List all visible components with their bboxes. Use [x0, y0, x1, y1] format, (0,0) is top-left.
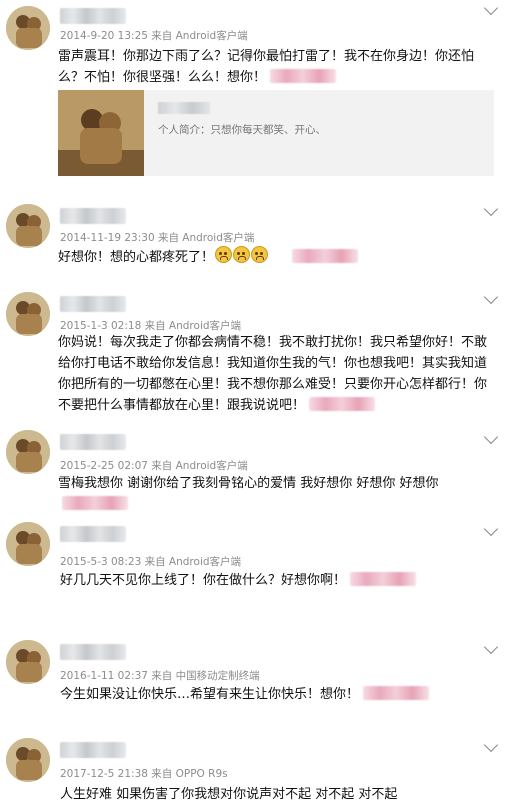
post-text-content: 雷声震耳！你那边下雨了么？记得你最怕打雷了！我不在你身边！你还怕么？不怕！你很坚… — [58, 49, 475, 85]
post-text-content: 好想你！想的心都疼死了！ — [58, 250, 215, 265]
chevron-down-icon[interactable] — [483, 0, 499, 16]
username-blurred[interactable] — [60, 296, 126, 312]
post-text-content: 今生如果没让你快乐…希望有来生让你快乐！想你！ — [60, 687, 360, 702]
post-text: 你妈说！每次我走了你都会病情不稳！我不敢打扰你！我只希望你好！不敢给你打电话不敢… — [58, 332, 498, 416]
blurred-mention — [363, 686, 430, 700]
username-blurred[interactable] — [60, 434, 126, 450]
username-blurred[interactable] — [60, 742, 126, 758]
avatar[interactable] — [6, 430, 50, 474]
profile-card-image — [58, 90, 144, 176]
post-text-content: 人生好难 如果伤害了你我想对你说声对不起 对不起 对不起 — [60, 787, 398, 802]
chevron-down-icon[interactable] — [483, 737, 499, 753]
avatar[interactable] — [6, 522, 50, 566]
crying-emoji-icon — [233, 246, 251, 263]
post-text: 雷声震耳！你那边下雨了么？记得你最怕打雷了！我不在你身边！你还怕么？不怕！你很坚… — [58, 46, 498, 88]
profile-card-name-blurred — [158, 102, 210, 114]
post-meta: 2014-9-20 13:25 来自 Android客户端 — [60, 30, 248, 42]
avatar[interactable] — [6, 204, 50, 248]
avatar[interactable] — [6, 640, 50, 684]
post-text: 雪梅我想你 谢谢你给了我刻骨铭心的爱情 我好想你 好想你 好想你 — [58, 473, 498, 515]
profile-card-intro: 个人简介：只想你每天都笑、开心、 — [158, 124, 326, 136]
chevron-down-icon[interactable] — [483, 201, 499, 217]
post-meta: 2017-12-5 21:38 来自 OPPO R9s — [60, 768, 228, 780]
post-text-content: 雪梅我想你 谢谢你给了我刻骨铭心的爱情 我好想你 好想你 好想你 — [58, 476, 439, 491]
avatar[interactable] — [6, 6, 50, 50]
avatar[interactable] — [6, 738, 50, 782]
post-text-content: 好几几天不见你上线了！你在做什么？好想你啊！ — [60, 573, 347, 588]
blurred-mention — [309, 397, 376, 411]
crying-emoji-icon — [215, 246, 233, 263]
post-text: 今生如果没让你快乐…希望有来生让你快乐！想你！ — [60, 684, 500, 705]
chevron-down-icon[interactable] — [483, 521, 499, 537]
post-text: 人生好难 如果伤害了你我想对你说声对不起 对不起 对不起 — [60, 784, 500, 805]
post-meta: 2016-1-11 02:37 来自 中国移动定制终端 — [60, 670, 260, 682]
chevron-down-icon[interactable] — [483, 289, 499, 305]
username-blurred[interactable] — [60, 208, 126, 224]
username-blurred[interactable] — [60, 526, 126, 542]
post-text-content: 你妈说！每次我走了你都会病情不稳！我不敢打扰你！我只希望你好！不敢给你打电话不敢… — [58, 335, 488, 413]
chevron-down-icon[interactable] — [483, 429, 499, 445]
blurred-mention — [62, 496, 128, 510]
post-meta: 2015-1-3 02:18 来自 Android客户端 — [60, 320, 242, 332]
blurred-mention — [350, 572, 417, 586]
post-text: 好想你！想的心都疼死了！ — [58, 246, 498, 268]
username-blurred[interactable] — [60, 8, 126, 24]
post-meta: 2015-2-25 02:07 来自 Android客户端 — [60, 460, 248, 472]
blurred-mention — [270, 69, 337, 83]
post-meta: 2015-5-3 08:23 来自 Android客户端 — [60, 556, 242, 568]
post-meta: 2014-11-19 23:30 来自 Android客户端 — [60, 232, 255, 244]
profile-card[interactable]: 个人简介：只想你每天都笑、开心、 — [58, 90, 494, 176]
username-blurred[interactable] — [60, 644, 126, 660]
post-text: 好几几天不见你上线了！你在做什么？好想你啊！ — [60, 570, 500, 591]
avatar[interactable] — [6, 292, 50, 336]
crying-emoji-icon — [251, 246, 269, 263]
blurred-mention — [292, 249, 359, 263]
chevron-down-icon[interactable] — [483, 639, 499, 655]
